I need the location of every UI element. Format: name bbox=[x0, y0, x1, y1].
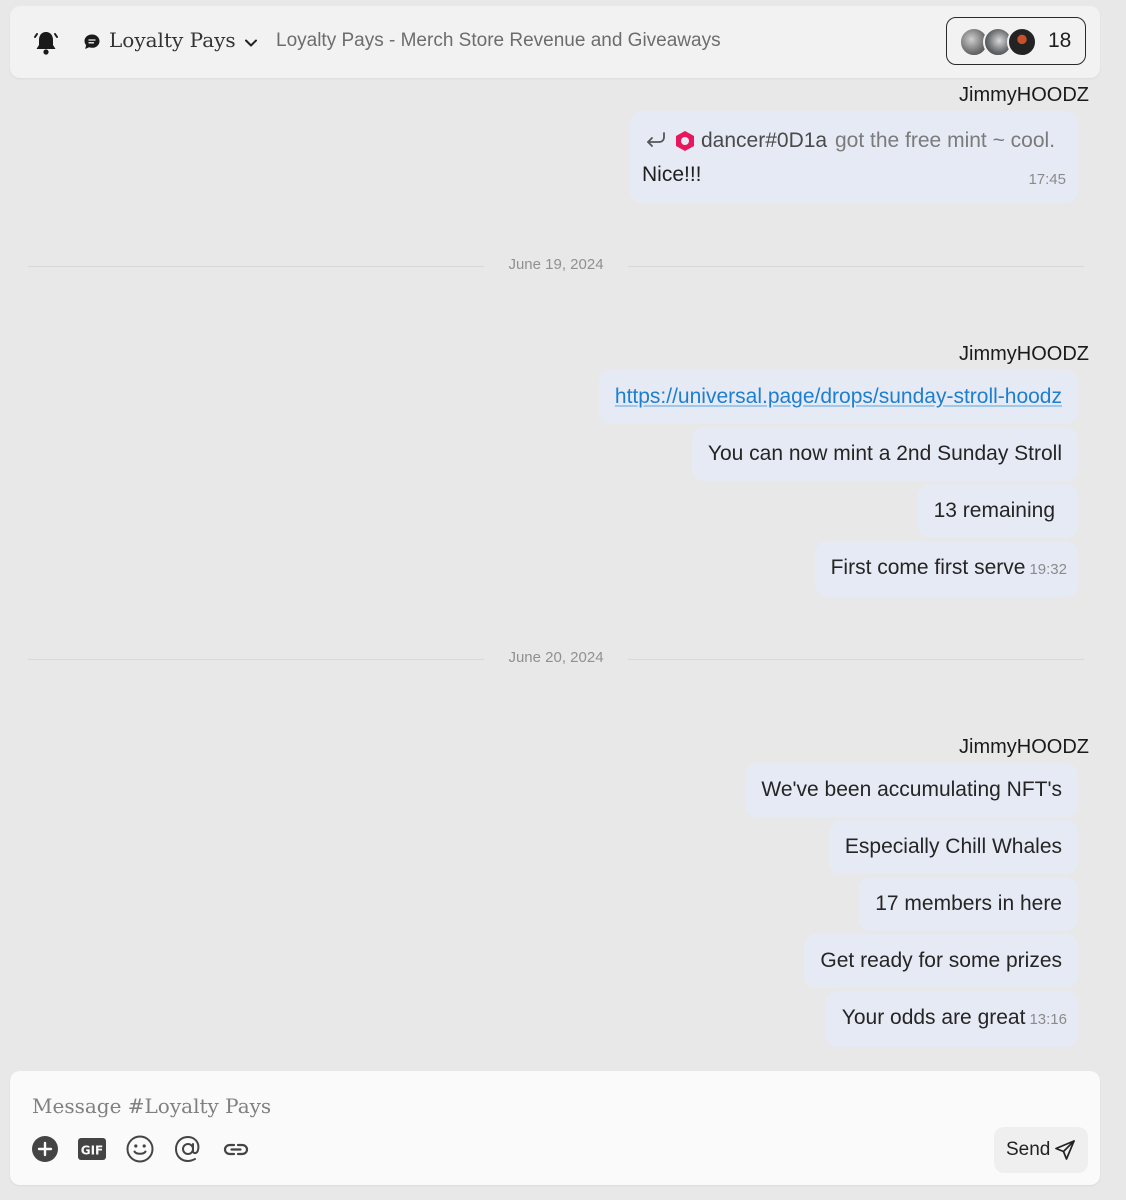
member-count: 18 bbox=[1048, 29, 1072, 52]
message-text: We've been accumulating NFT's bbox=[761, 778, 1062, 801]
message-sender[interactable]: JimmyHOODZ bbox=[959, 84, 1089, 107]
chevron-down-icon[interactable] bbox=[242, 34, 260, 52]
message-bubble: 17 members in here bbox=[859, 877, 1078, 931]
message-bubble: You can now mint a 2nd Sunday Stroll bbox=[691, 427, 1078, 481]
send-button[interactable]: Send bbox=[994, 1127, 1088, 1173]
message-bubble: 13 remaining bbox=[917, 484, 1078, 538]
message-text: Get ready for some prizes bbox=[820, 949, 1062, 972]
message-composer: GIF Send bbox=[10, 1071, 1100, 1185]
message-bubble: We've been accumulating NFT's bbox=[745, 763, 1078, 817]
channel-topic: Loyalty Pays - Merch Store Revenue and G… bbox=[276, 30, 721, 51]
message-bubble: Especially Chill Whales bbox=[828, 820, 1078, 874]
message-text: 13 remaining bbox=[933, 499, 1055, 522]
channel-name[interactable]: Loyalty Pays bbox=[109, 28, 236, 52]
reply-author[interactable]: dancer#0D1a bbox=[701, 129, 827, 153]
members-button[interactable]: 18 bbox=[946, 17, 1086, 65]
emoji-icon[interactable] bbox=[125, 1134, 155, 1164]
date-label: June 20, 2024 bbox=[508, 649, 604, 666]
channel-header: Loyalty Pays Loyalty Pays - Merch Store … bbox=[10, 6, 1100, 78]
message-link[interactable]: https://universal.page/drops/sunday-stro… bbox=[615, 385, 1062, 408]
message-text: First come first serve bbox=[830, 556, 1026, 579]
message-text: Nice!!! bbox=[642, 163, 702, 186]
date-separator: June 20, 2024 bbox=[28, 649, 1084, 669]
date-label: June 19, 2024 bbox=[508, 256, 604, 273]
message-sender[interactable]: JimmyHOODZ bbox=[959, 736, 1089, 759]
chat-bubble-icon bbox=[84, 34, 100, 49]
reply-message[interactable]: dancer#0D1a got the free mint ~ cool. Ni… bbox=[630, 111, 1078, 203]
message-text: Especially Chill Whales bbox=[844, 835, 1062, 858]
message-text: 17 members in here bbox=[875, 892, 1062, 915]
message-time: 13:16 bbox=[1029, 1011, 1067, 1028]
message-bubble: https://universal.page/drops/sunday-stro… bbox=[598, 370, 1078, 424]
svg-text:GIF: GIF bbox=[81, 1144, 104, 1158]
message-bubble: First come first serve 19:32 bbox=[814, 541, 1078, 597]
message-sender[interactable]: JimmyHOODZ bbox=[959, 343, 1089, 366]
avatar bbox=[1007, 27, 1037, 57]
bell-icon[interactable] bbox=[32, 29, 60, 57]
date-separator: June 19, 2024 bbox=[28, 256, 1084, 276]
message-text: You can now mint a 2nd Sunday Stroll bbox=[707, 442, 1062, 465]
message-bubble: Your odds are great 13:16 bbox=[825, 991, 1078, 1047]
gif-icon[interactable]: GIF bbox=[77, 1134, 107, 1164]
message-text: Your odds are great bbox=[841, 1006, 1026, 1029]
reply-arrow-icon bbox=[647, 132, 665, 147]
hexagon-badge-icon bbox=[676, 131, 694, 151]
message-time: 19:32 bbox=[1029, 561, 1067, 578]
message-time: 17:45 bbox=[1028, 171, 1066, 188]
reply-quoted-text: got the free mint ~ cool. bbox=[835, 129, 1056, 152]
message-bubble: Get ready for some prizes bbox=[804, 934, 1078, 988]
mention-icon[interactable] bbox=[173, 1134, 203, 1164]
send-label: Send bbox=[1006, 1139, 1051, 1160]
add-icon[interactable] bbox=[30, 1134, 60, 1164]
send-icon bbox=[1055, 1140, 1075, 1160]
message-input[interactable] bbox=[30, 1089, 934, 1123]
link-icon[interactable] bbox=[221, 1134, 251, 1164]
